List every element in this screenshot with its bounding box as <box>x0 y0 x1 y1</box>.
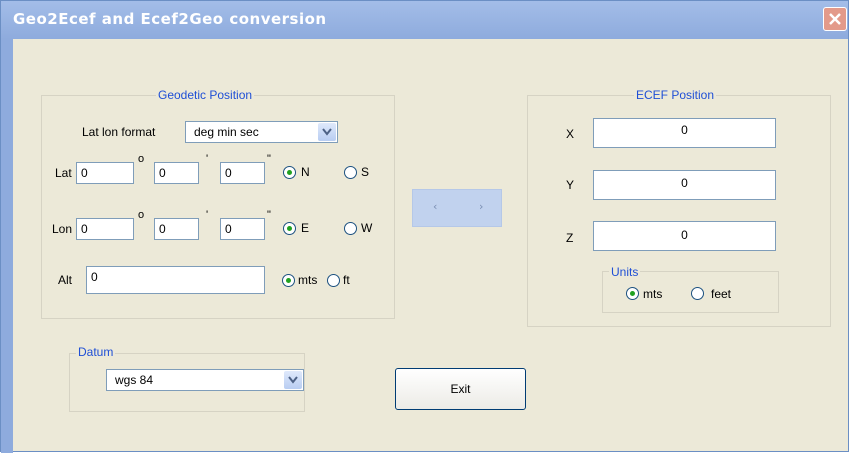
lat-lon-format-label: Lat lon format <box>82 125 156 139</box>
alt-ft-radio[interactable] <box>327 274 340 287</box>
exit-button[interactable]: Exit <box>395 368 526 410</box>
geo-to-ecef-left-arrow-icon[interactable]: ‹ <box>433 200 437 213</box>
datum-value: wgs 84 <box>115 373 154 387</box>
lon-west-radio[interactable] <box>344 222 357 235</box>
lon-east-radio[interactable] <box>283 222 296 235</box>
datum-select[interactable]: wgs 84 <box>106 369 304 391</box>
ecef-group-title: ECEF Position <box>634 88 717 102</box>
lon-degrees-input[interactable]: 0 <box>76 218 134 240</box>
ecef-mts-radio[interactable] <box>626 287 639 300</box>
y-label: Y <box>566 178 575 192</box>
dropdown-button[interactable] <box>318 123 336 141</box>
alt-mts-radio[interactable] <box>282 274 295 287</box>
alt-ft-label: ft <box>343 273 350 287</box>
z-label: Z <box>566 231 574 245</box>
lat-label: Lat <box>55 166 72 180</box>
minute-symbol: ' <box>206 153 209 165</box>
degree-symbol: o <box>138 209 145 221</box>
ecef-feet-radio[interactable] <box>691 287 704 300</box>
geodetic-group-title: Geodetic Position <box>156 88 255 102</box>
ecef-y-input[interactable]: 0 <box>593 170 776 200</box>
lat-north-label: N <box>301 165 310 179</box>
degree-symbol: o <box>138 153 145 165</box>
ecef-mts-label: mts <box>643 287 663 301</box>
second-symbol: " <box>267 209 271 221</box>
alt-mts-label: mts <box>298 273 318 287</box>
title-bar[interactable]: Geo2Ecef and Ecef2Geo conversion <box>1 1 848 39</box>
close-icon <box>829 13 841 25</box>
second-symbol: " <box>267 153 271 165</box>
alt-label: Alt <box>58 273 73 287</box>
window-title: Geo2Ecef and Ecef2Geo conversion <box>13 10 327 28</box>
lon-west-label: W <box>361 221 373 235</box>
x-label: X <box>566 127 575 141</box>
lon-east-label: E <box>301 221 310 235</box>
lon-minutes-input[interactable]: 0 <box>154 218 199 240</box>
convert-buttons: ‹ › <box>412 189 502 227</box>
minute-symbol: ' <box>206 209 209 221</box>
lat-south-radio[interactable] <box>344 166 357 179</box>
lat-south-label: S <box>361 165 370 179</box>
dropdown-button[interactable] <box>284 371 302 389</box>
ecef-z-input[interactable]: 0 <box>593 221 776 251</box>
lon-label: Lon <box>52 222 73 236</box>
units-group-title: Units <box>609 265 641 279</box>
ecef-to-geo-right-arrow-icon[interactable]: › <box>479 200 483 213</box>
lat-minutes-input[interactable]: 0 <box>154 162 199 184</box>
close-button[interactable] <box>823 7 847 31</box>
window-left-border <box>1 39 13 453</box>
ecef-x-input[interactable]: 0 <box>593 118 776 148</box>
lat-seconds-input[interactable]: 0 <box>220 162 265 184</box>
lat-lon-format-value: deg min sec <box>194 125 259 139</box>
conversion-window: Geo2Ecef and Ecef2Geo conversion Geodeti… <box>0 0 849 453</box>
lon-seconds-input[interactable]: 0 <box>220 218 265 240</box>
chevron-down-icon <box>322 128 332 136</box>
lat-lon-format-select[interactable]: deg min sec <box>185 121 338 143</box>
ecef-feet-label: feet <box>711 287 732 301</box>
altitude-input[interactable]: 0 <box>86 266 265 294</box>
lat-degrees-input[interactable]: 0 <box>76 162 134 184</box>
lat-north-radio[interactable] <box>283 166 296 179</box>
chevron-down-icon <box>288 376 298 384</box>
datum-group-title: Datum <box>76 345 116 359</box>
exit-button-label: Exit <box>450 382 471 396</box>
